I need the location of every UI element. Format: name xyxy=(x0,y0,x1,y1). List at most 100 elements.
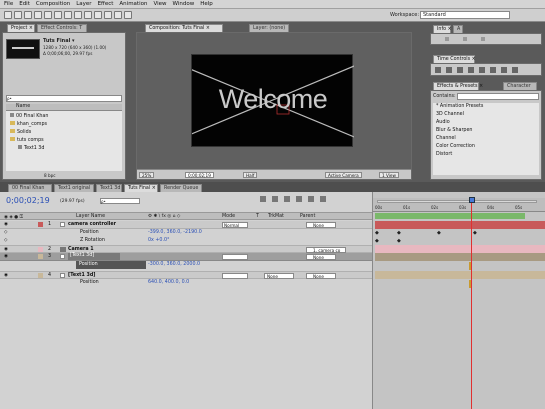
hand-tool-icon[interactable] xyxy=(14,11,22,19)
eraser-tool-icon[interactable] xyxy=(114,11,122,19)
effects-item[interactable]: Blur & Sharpen xyxy=(436,128,472,136)
tab-time-controls[interactable]: Time Controls × xyxy=(433,55,476,63)
menu-file[interactable]: File xyxy=(4,1,13,7)
tab-project[interactable]: Project × xyxy=(7,24,35,32)
effects-search-input[interactable] xyxy=(457,93,539,100)
live-update-icon[interactable] xyxy=(260,196,266,202)
tab-character[interactable]: Character xyxy=(503,82,537,90)
table-row[interactable]: ◉ 2 Camera 1 1. camera co xyxy=(0,245,372,253)
tab-render-queue[interactable]: Render Queue xyxy=(160,184,202,192)
table-row[interactable]: ◉ 4 [Text1 3d] None None xyxy=(0,271,372,279)
table-row[interactable]: Position -300.0, 360.0, 2000.0 xyxy=(0,261,372,269)
column-layer-name[interactable]: Layer Name xyxy=(76,214,105,219)
keyframe-icon[interactable]: ◆ xyxy=(473,230,477,236)
menu-help[interactable]: Help xyxy=(200,1,213,7)
keyframe-icon[interactable]: ◆ xyxy=(375,230,379,236)
layer-name[interactable]: [Text1 3d] xyxy=(68,273,95,278)
menu-view[interactable]: View xyxy=(153,1,166,7)
table-row[interactable]: ◇ Z Rotation 0x +0.0° xyxy=(0,237,372,245)
loop-icon[interactable] xyxy=(501,67,507,73)
menu-composition[interactable]: Composition xyxy=(36,1,70,7)
tab-effects-presets[interactable]: Effects & Presets × xyxy=(433,82,483,90)
view-layout-dropdown[interactable]: 1 View xyxy=(379,172,399,178)
layer-bar-camera-controller[interactable] xyxy=(375,221,545,229)
layer-name[interactable]: [Text1 3d] xyxy=(68,253,120,260)
column-mode[interactable]: Mode xyxy=(222,214,235,219)
column-t[interactable]: T xyxy=(256,214,259,219)
table-row[interactable]: ◇ Position -399.0, 360.0, -2190.0 xyxy=(0,229,372,237)
pan-behind-tool-icon[interactable] xyxy=(54,11,62,19)
last-frame-icon[interactable] xyxy=(479,67,485,73)
list-item[interactable]: tuts comps xyxy=(10,137,44,145)
clone-stamp-tool-icon[interactable] xyxy=(104,11,112,19)
effects-item[interactable]: 3D Channel xyxy=(436,112,464,120)
prev-frame-icon[interactable] xyxy=(446,67,452,73)
keyframe-icon[interactable]: ◆ xyxy=(375,238,379,244)
mode-dropdown[interactable]: Normal xyxy=(222,222,248,228)
timeline-search-input[interactable]: ρ• xyxy=(100,198,140,204)
tab-effect-controls[interactable]: Effect Controls: T xyxy=(37,24,87,32)
position-value[interactable]: -399.0, 360.0, -2190.0 xyxy=(148,230,202,235)
selection-tool-icon[interactable] xyxy=(4,11,12,19)
tab-layer[interactable]: Layer: (none) xyxy=(249,24,289,32)
bpc-label[interactable]: 8 bpc xyxy=(44,173,56,178)
table-row[interactable]: ◉ 1 camera controller Normal None xyxy=(0,221,372,229)
parent-dropdown[interactable]: None xyxy=(306,254,336,260)
effects-item[interactable]: Color Correction xyxy=(436,144,475,152)
keyframe-icon[interactable]: ◆ xyxy=(437,230,441,236)
menu-animation[interactable]: Animation xyxy=(119,1,147,7)
project-column-name[interactable]: Name xyxy=(6,104,122,111)
brush-tool-icon[interactable] xyxy=(94,11,102,19)
tab-audio[interactable]: A xyxy=(453,25,463,33)
layer-name[interactable]: Camera 1 xyxy=(68,247,94,252)
layer-bar-camera-1[interactable] xyxy=(375,245,545,253)
table-row[interactable]: ◉ 3 [Text1 3d] None xyxy=(0,253,372,261)
tab-info[interactable]: Info × xyxy=(433,25,452,33)
zoom-tool-icon[interactable] xyxy=(24,11,32,19)
position-value[interactable]: -300.0, 360.0, 2000.0 xyxy=(148,262,200,267)
work-area-bar[interactable] xyxy=(375,213,525,219)
frame-blending-icon[interactable] xyxy=(296,196,302,202)
effects-item[interactable]: Distort xyxy=(436,152,452,160)
timeline-graph[interactable]: 00s 01s 02s 03s 04s 05s ◆ ◆ ◆ ◆ ◆ ◆ xyxy=(372,192,545,409)
effects-item[interactable]: Audio xyxy=(436,120,450,128)
workspace-dropdown[interactable]: Standard xyxy=(420,11,510,19)
motion-blur-icon[interactable] xyxy=(308,196,314,202)
tab-tuts-final[interactable]: Tuts Final × xyxy=(124,184,158,192)
playhead-handle[interactable] xyxy=(469,197,475,203)
list-item[interactable]: 00 Final Khan xyxy=(10,113,48,121)
tab-text1-original[interactable]: Text1 original xyxy=(54,184,94,192)
rotation-value[interactable]: 0x +0.0° xyxy=(148,238,169,243)
camera-orbit-tool-icon[interactable] xyxy=(44,11,52,19)
list-item[interactable]: khan_comps xyxy=(10,121,47,129)
pen-tool-icon[interactable] xyxy=(74,11,82,19)
layer-bar-text1-3d[interactable] xyxy=(375,253,545,261)
mode-dropdown[interactable] xyxy=(222,254,248,260)
position-value[interactable]: 640.0, 400.0, 0.0 xyxy=(148,280,189,285)
time-navigator[interactable] xyxy=(377,200,537,203)
rotate-tool-icon[interactable] xyxy=(34,11,42,19)
time-ruler[interactable]: 00s 01s 02s 03s 04s 05s xyxy=(373,198,545,212)
camera-dropdown[interactable]: Active Camera xyxy=(325,172,362,178)
resolution-dropdown[interactable]: Half xyxy=(243,172,258,178)
menu-effect[interactable]: Effect xyxy=(98,1,114,7)
puppet-tool-icon[interactable] xyxy=(124,11,132,19)
zoom-dropdown[interactable]: 25% xyxy=(139,172,155,178)
layer-name[interactable]: camera controller xyxy=(68,222,116,227)
next-frame-icon[interactable] xyxy=(468,67,474,73)
list-item[interactable]: Text1 3d xyxy=(18,145,44,153)
viewer-timecode[interactable]: 0;00;02;19 xyxy=(185,172,214,178)
graph-editor-icon[interactable] xyxy=(320,196,326,202)
audio-icon[interactable] xyxy=(490,67,496,73)
parent-dropdown[interactable]: None xyxy=(306,222,336,228)
effects-item[interactable]: * Animation Presets xyxy=(436,104,483,112)
menu-window[interactable]: Window xyxy=(173,1,195,7)
comp-canvas[interactable]: Welcome xyxy=(191,54,354,147)
layer-bar-text1-3d-b[interactable] xyxy=(375,271,545,279)
keyframe-icon[interactable]: ◆ xyxy=(397,238,401,244)
effects-item[interactable]: Channel xyxy=(436,136,456,144)
rectangle-mask-tool-icon[interactable] xyxy=(64,11,72,19)
table-row[interactable]: Position 640.0, 400.0, 0.0 xyxy=(0,279,372,287)
first-frame-icon[interactable] xyxy=(435,67,441,73)
tab-composition[interactable]: Composition: Tuts Final × xyxy=(145,24,223,32)
